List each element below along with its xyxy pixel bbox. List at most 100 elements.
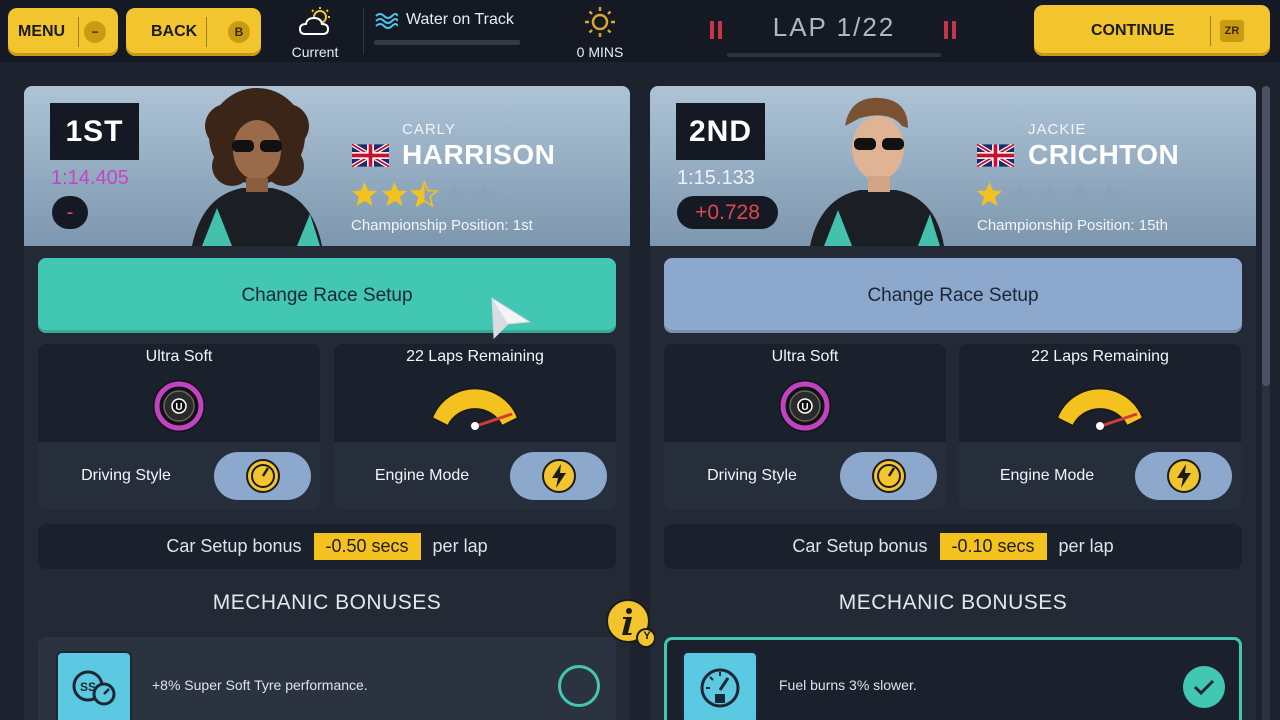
driver-first-name: JACKIE (1028, 121, 1087, 138)
mechanic-bonus-card[interactable]: Fuel burns 3% slower. (664, 637, 1242, 720)
scrollbar[interactable] (1262, 86, 1270, 720)
driving-style-toggle[interactable] (214, 452, 311, 500)
ultra-soft-tyre-icon[interactable]: U (777, 378, 833, 434)
lap-time: 1:15.133 (677, 167, 755, 189)
driver-last-name: HARRISON (402, 139, 556, 170)
sun-icon (585, 7, 615, 37)
lightning-bolt-icon (541, 459, 576, 493)
continue-button-label: CONTINUE (1091, 21, 1175, 39)
star-icon (442, 182, 467, 206)
star-icon (410, 180, 439, 208)
lap-progress (727, 53, 941, 57)
fuel-gauge-arc-icon (430, 387, 520, 430)
top-bar: MENU − BACK B Current Water on Track 0 M… (0, 0, 1280, 62)
weather-label: Current (291, 44, 339, 60)
driving-style-row: Driving Style (38, 442, 320, 510)
car-setup-bonus-row: Car Setup bonus -0.50 secs per lap (38, 524, 616, 569)
back-button[interactable]: BACK B (126, 8, 261, 56)
info-icon (606, 599, 656, 648)
bonus-label: Car Setup bonus (166, 536, 302, 556)
bonus-value: -0.10 secs (939, 533, 1047, 560)
fuel-gauge-icon (682, 651, 758, 720)
driver-last-name: CRICHTON (1028, 139, 1180, 170)
tyre-letter: U (175, 402, 182, 413)
bonus-suffix: per lap (1058, 536, 1114, 556)
engine-mode-toggle[interactable] (510, 452, 607, 500)
water-waves-icon (375, 13, 398, 29)
speedometer-icon (871, 459, 906, 493)
position-badge: 1ST (50, 103, 139, 160)
continue-button[interactable]: CONTINUE ZR (1034, 5, 1270, 56)
mechanic-bonus-text: +8% Super Soft Tyre performance. (152, 677, 368, 693)
engine-mode-toggle[interactable] (1135, 452, 1232, 500)
laps-tile: 22 Laps Remaining Engine Mode (959, 344, 1241, 510)
unchecked-circle-icon[interactable] (558, 665, 600, 707)
water-status: Water on Track (374, 10, 529, 45)
star-icon (977, 182, 1002, 206)
mechanic-bonuses-title: MECHANIC BONUSES (838, 591, 1068, 614)
star-icon (1037, 182, 1062, 206)
engine-mode-row: Engine Mode (959, 442, 1241, 510)
back-button-label: BACK (151, 23, 198, 40)
driver-header: 1ST 1:14.405 - CARLY HARRISON Championsh… (24, 86, 630, 246)
lightning-bolt-icon (1166, 459, 1201, 493)
divider (1210, 15, 1211, 46)
uk-flag-icon (977, 144, 1014, 167)
checkmark-icon[interactable] (1183, 666, 1225, 708)
gap-badge: +0.728 (677, 196, 778, 229)
bonus-label: Car Setup bonus (792, 536, 928, 556)
star-icon (1067, 182, 1092, 206)
pointer-cursor-icon (491, 297, 532, 340)
pause-left-icon[interactable] (710, 21, 722, 39)
uk-flag-icon (352, 144, 389, 167)
mechanic-bonus-card[interactable]: SS +8% Super Soft Tyre performance. (38, 637, 616, 720)
gap-badge: - (52, 196, 88, 229)
bonus-value: -0.50 secs (313, 533, 421, 560)
driving-style-toggle[interactable] (840, 452, 937, 500)
driver-header: 2ND 1:15.133 +0.728 JACKIE CRICHTON Cham… (650, 86, 1256, 246)
driving-style-row: Driving Style (664, 442, 946, 510)
ultra-soft-tyre-icon[interactable]: U (151, 378, 207, 434)
position-badge: 2ND (676, 103, 765, 160)
cloud-sun-icon (298, 7, 330, 35)
mechanic-bonuses-title: MECHANIC BONUSES (212, 591, 442, 614)
sun-label: 0 MINS (576, 44, 624, 60)
engine-mode-label: Engine Mode (374, 467, 470, 484)
championship-position: Championship Position: 1st (351, 217, 533, 234)
star-icon (1097, 182, 1122, 206)
driver-panel-1: 1ST 1:14.405 - CARLY HARRISON Championsh… (24, 86, 630, 720)
mechanic-bonus-text: Fuel burns 3% slower. (779, 677, 917, 693)
water-label: Water on Track (406, 11, 514, 28)
speedometer-icon (245, 459, 280, 493)
laps-tile: 22 Laps Remaining Engine Mode (334, 344, 616, 510)
change-race-setup-button[interactable]: Change Race Setup (664, 258, 1242, 333)
zr-badge-icon: ZR (1220, 19, 1244, 42)
scrollbar-thumb[interactable] (1262, 86, 1270, 386)
star-icon (382, 182, 407, 206)
driving-style-label: Driving Style (81, 467, 171, 484)
info-button[interactable]: Y (603, 598, 656, 650)
divider (206, 17, 207, 47)
engine-mode-label: Engine Mode (999, 467, 1095, 484)
pause-right-icon[interactable] (944, 21, 956, 39)
driving-style-label: Driving Style (707, 467, 797, 484)
star-icon (1007, 182, 1032, 206)
driver-portrait (192, 88, 322, 246)
minus-badge-icon: − (84, 21, 106, 43)
tyre-speed-icon: SS (56, 651, 132, 720)
car-setup-bonus-row: Car Setup bonus -0.10 secs per lap (664, 524, 1242, 569)
divider (78, 17, 79, 47)
menu-button[interactable]: MENU − (8, 8, 118, 56)
driver-portrait (810, 97, 944, 246)
engine-mode-row: Engine Mode (334, 442, 616, 510)
bonus-suffix: per lap (432, 536, 488, 556)
lap-time: 1:14.405 (51, 167, 129, 189)
driver-panel-2: 2ND 1:15.133 +0.728 JACKIE CRICHTON Cham… (650, 86, 1256, 720)
lap-counter: LAP 1/22 (772, 12, 896, 42)
divider (363, 8, 364, 54)
water-bar (374, 40, 520, 45)
tyre-tile: Ultra Soft U Driving Style (664, 344, 946, 510)
star-rating (350, 180, 499, 208)
star-icon (352, 182, 377, 206)
star-icon (472, 182, 497, 206)
